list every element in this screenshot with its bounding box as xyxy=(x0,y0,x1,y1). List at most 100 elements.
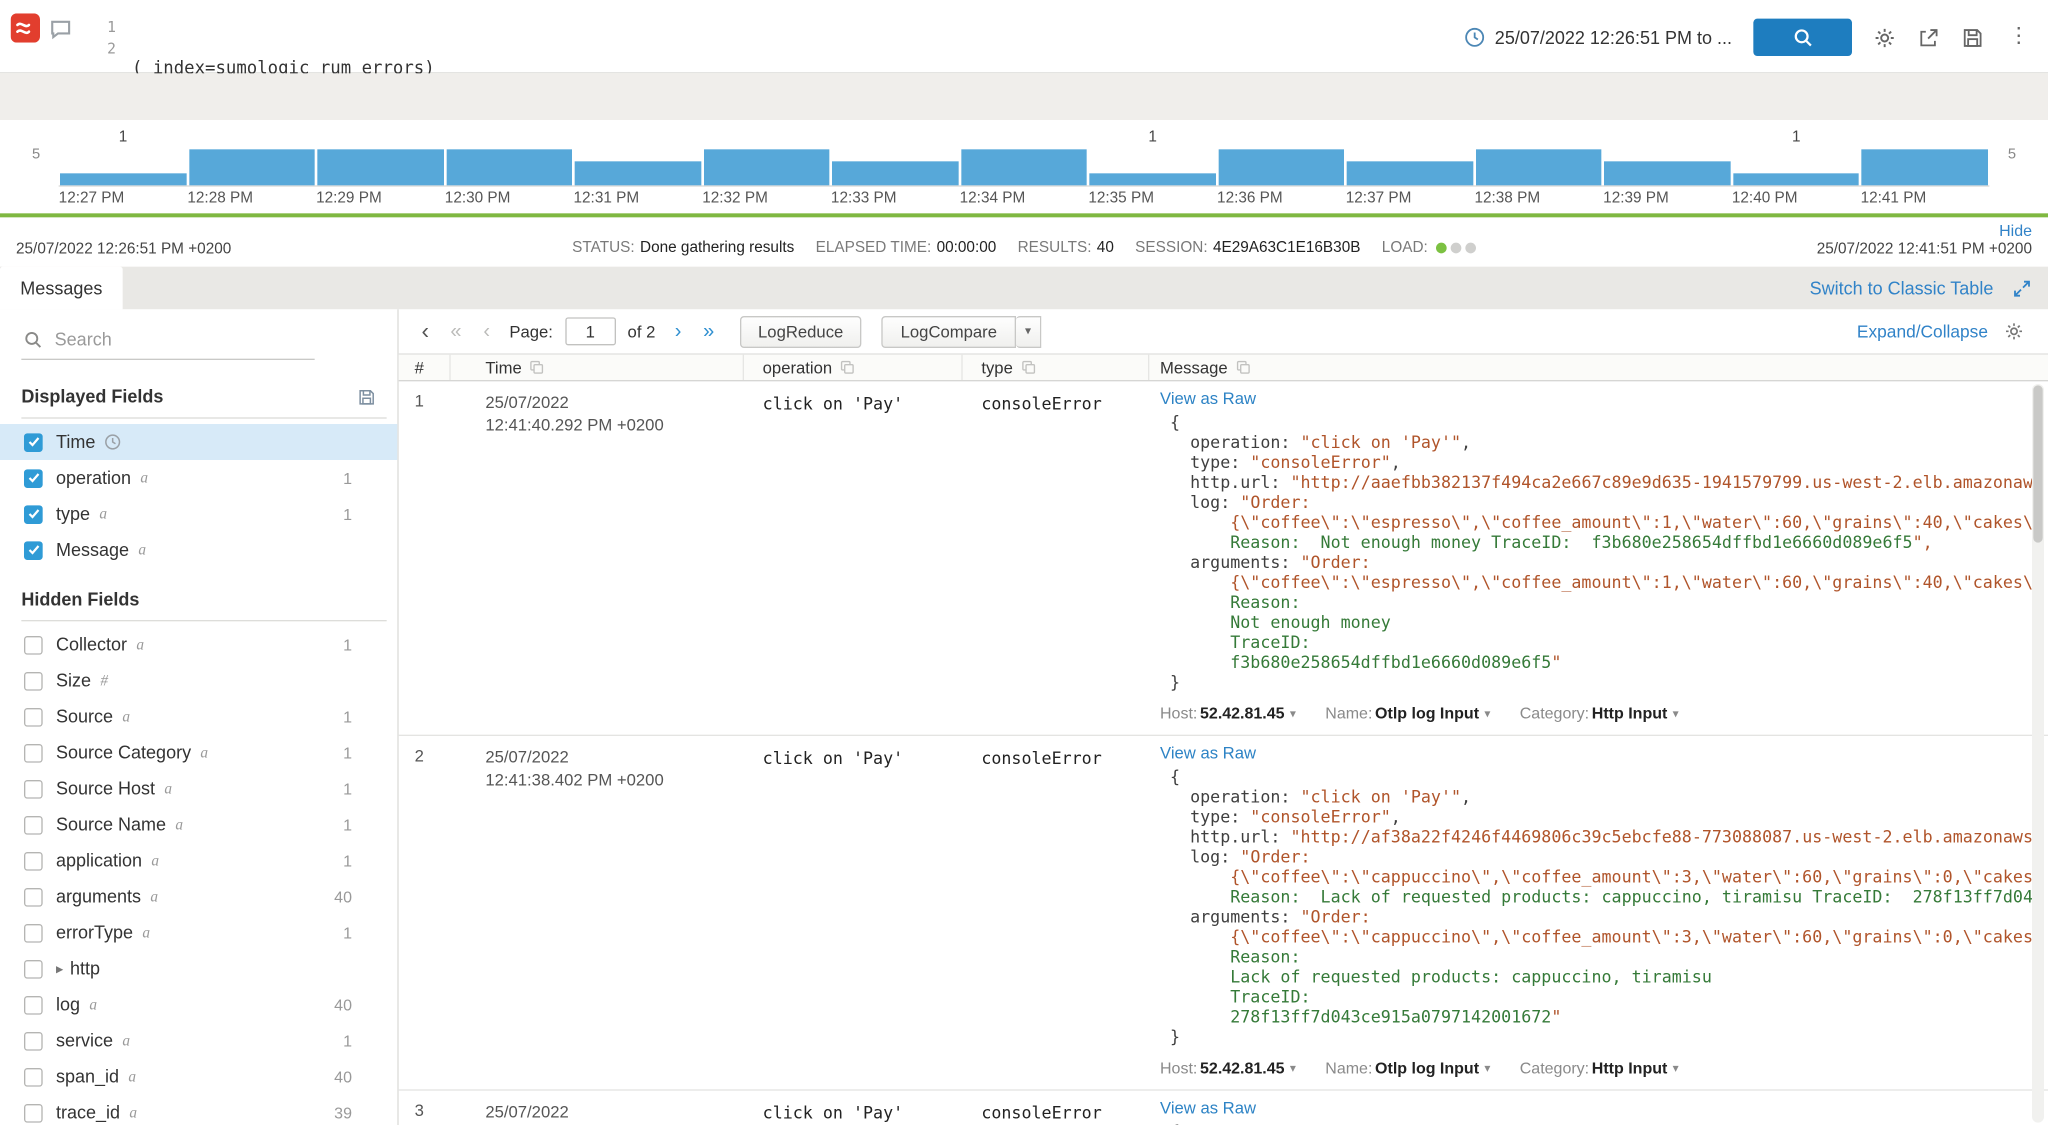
settings-gear-icon[interactable] xyxy=(1873,26,1896,49)
field-row-collector[interactable]: Collector a 1 xyxy=(0,627,397,663)
next-page-icon[interactable]: › xyxy=(667,321,688,341)
field-row-size[interactable]: Size # xyxy=(0,663,397,699)
first-page-icon[interactable]: « xyxy=(445,321,466,341)
field-row-time[interactable]: Time xyxy=(0,423,398,460)
meta-category-[interactable]: Category: Http Input ▾ xyxy=(1520,1059,1679,1078)
header-type[interactable]: type xyxy=(963,354,1150,380)
histogram-bar[interactable] xyxy=(703,149,830,186)
field-row-source-name[interactable]: Source Name a 1 xyxy=(0,807,397,843)
field-row-span-id[interactable]: span_id a 40 xyxy=(0,1059,397,1095)
field-row-source[interactable]: Source a 1 xyxy=(0,699,397,735)
logreduce-button[interactable]: LogReduce xyxy=(739,315,862,348)
histogram-bar[interactable] xyxy=(574,161,701,186)
view-as-raw-link[interactable]: View as Raw xyxy=(1160,744,2043,763)
logcompare-button[interactable]: LogCompare xyxy=(881,315,1016,348)
histogram-bucket[interactable] xyxy=(187,149,316,186)
histogram-bar[interactable] xyxy=(1733,173,1860,186)
meta-category-[interactable]: Category: Http Input ▾ xyxy=(1520,704,1679,723)
fields-search-input[interactable] xyxy=(54,329,312,350)
field-checkbox[interactable] xyxy=(23,635,43,654)
field-checkbox[interactable] xyxy=(23,995,43,1014)
copy-icon[interactable] xyxy=(840,360,855,375)
histogram-bucket[interactable] xyxy=(1346,149,1475,186)
histogram-bar[interactable] xyxy=(960,149,1087,186)
histogram-bucket[interactable] xyxy=(573,149,702,186)
field-checkbox[interactable] xyxy=(23,468,43,488)
view-as-raw-link[interactable]: View as Raw xyxy=(1160,1099,2043,1118)
save-fields-icon[interactable] xyxy=(357,387,376,406)
field-checkbox[interactable] xyxy=(23,1067,43,1086)
histogram-bar[interactable] xyxy=(1861,149,1988,186)
meta-name-[interactable]: Name: Otlp log Input ▾ xyxy=(1325,1059,1490,1078)
kebab-menu-icon[interactable]: ⋮ xyxy=(2005,26,2032,48)
expand-chevron-icon[interactable]: ▸ xyxy=(56,960,63,977)
table-scrollbar[interactable] xyxy=(2031,383,2044,1123)
field-checkbox[interactable] xyxy=(23,887,43,906)
histogram-bar[interactable] xyxy=(1475,149,1602,186)
field-checkbox[interactable] xyxy=(23,432,43,452)
page-number-input[interactable] xyxy=(564,317,616,346)
back-arrow-icon[interactable]: ‹ xyxy=(415,320,436,343)
header-row-number[interactable]: # xyxy=(399,354,451,380)
meta-host-[interactable]: Host: 52.42.81.45 ▾ xyxy=(1160,1059,1296,1078)
field-checkbox[interactable] xyxy=(23,815,43,834)
histogram-bucket[interactable] xyxy=(1603,149,1732,186)
histogram-bucket[interactable] xyxy=(1474,149,1603,186)
field-checkbox[interactable] xyxy=(23,851,43,870)
expand-collapse-link[interactable]: Expand/Collapse xyxy=(1857,321,1988,341)
histogram-bucket[interactable] xyxy=(702,149,831,186)
histogram-bar[interactable] xyxy=(446,149,573,186)
time-range-picker[interactable]: 25/07/2022 12:26:51 PM to ... xyxy=(1464,27,1732,48)
histogram-bar[interactable] xyxy=(1347,161,1474,186)
histogram-bar[interactable] xyxy=(1604,161,1731,186)
histogram-bucket[interactable] xyxy=(960,149,1089,186)
header-message[interactable]: Message xyxy=(1149,355,2048,380)
meta-name-[interactable]: Name: Otlp log Input ▾ xyxy=(1325,704,1490,723)
field-row-arguments[interactable]: arguments a 40 xyxy=(0,879,397,915)
last-page-icon[interactable]: » xyxy=(698,321,719,341)
field-checkbox[interactable] xyxy=(23,743,43,762)
header-operation[interactable]: operation xyxy=(744,354,963,380)
expand-view-icon[interactable] xyxy=(2012,278,2032,298)
view-as-raw-link[interactable]: View as Raw xyxy=(1160,389,2043,408)
copy-icon[interactable] xyxy=(1236,360,1251,375)
save-icon[interactable] xyxy=(1961,26,1984,49)
share-icon[interactable] xyxy=(1917,26,1940,49)
field-row-source-category[interactable]: Source Category a 1 xyxy=(0,735,397,771)
copy-icon[interactable] xyxy=(1021,360,1036,375)
field-row-service[interactable]: service a 1 xyxy=(0,1023,397,1059)
field-checkbox[interactable] xyxy=(23,707,43,726)
tab-messages[interactable]: Messages xyxy=(0,266,123,310)
field-row-operation[interactable]: operation a 1 xyxy=(0,460,397,496)
histogram-bucket[interactable] xyxy=(445,149,574,186)
histogram-bar[interactable] xyxy=(832,161,959,186)
histogram-bar[interactable] xyxy=(1218,149,1345,186)
start-search-button[interactable] xyxy=(1753,18,1852,56)
field-checkbox[interactable] xyxy=(23,540,43,560)
hide-histogram-link[interactable]: Hide xyxy=(1999,221,2032,240)
switch-to-classic-table-link[interactable]: Switch to Classic Table xyxy=(1810,278,1994,298)
field-row-message[interactable]: Message a xyxy=(0,532,397,568)
speech-bubble-icon[interactable] xyxy=(48,16,73,48)
field-row-errortype[interactable]: errorType a 1 xyxy=(0,915,397,951)
field-checkbox[interactable] xyxy=(23,779,43,798)
logcompare-dropdown-button[interactable]: ▾ xyxy=(1015,315,1042,348)
field-row-type[interactable]: type a 1 xyxy=(0,496,397,532)
histogram-bucket[interactable]: 1 xyxy=(1732,129,1861,186)
copy-icon[interactable] xyxy=(530,360,545,375)
field-checkbox[interactable] xyxy=(23,959,43,978)
field-row-http[interactable]: ▸ http xyxy=(0,951,397,987)
field-checkbox[interactable] xyxy=(23,671,43,690)
histogram-bucket[interactable]: 1 xyxy=(59,129,188,186)
prev-page-icon[interactable]: ‹ xyxy=(476,321,497,341)
field-checkbox[interactable] xyxy=(23,1103,43,1122)
field-row-log[interactable]: log a 40 xyxy=(0,987,397,1023)
field-checkbox[interactable] xyxy=(23,1031,43,1050)
table-settings-gear-icon[interactable] xyxy=(2004,321,2024,341)
header-time[interactable]: Time xyxy=(451,354,744,380)
histogram-bar[interactable] xyxy=(1089,173,1216,186)
field-checkbox[interactable] xyxy=(23,504,43,524)
field-row-trace-id[interactable]: trace_id a 39 xyxy=(0,1095,397,1125)
meta-host-[interactable]: Host: 52.42.81.45 ▾ xyxy=(1160,704,1296,723)
scrollbar-thumb[interactable] xyxy=(2033,385,2043,543)
